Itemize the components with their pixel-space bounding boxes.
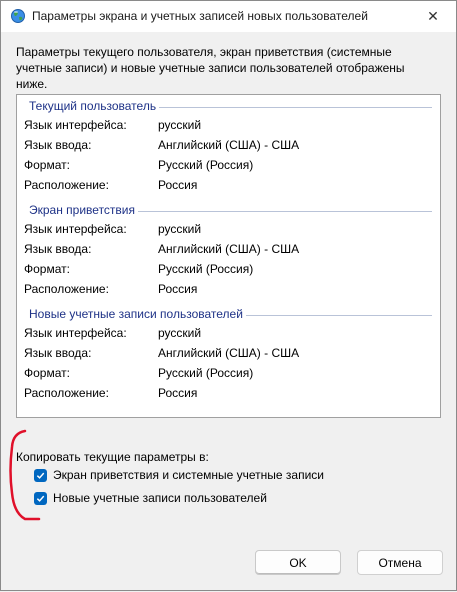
row-label: Язык ввода: [24, 346, 92, 360]
list-item: Язык ввода: Английский (США) - США [17, 135, 440, 155]
intro-text: Параметры текущего пользователя, экран п… [16, 45, 405, 91]
row-value: Россия [158, 386, 198, 400]
row-label: Расположение: [24, 386, 109, 400]
row-value: Русский (Россия) [158, 262, 254, 276]
list-item: Язык ввода: Английский (США) - США [17, 343, 440, 363]
checkbox-label[interactable]: Экран приветствия и системные учетные за… [53, 468, 324, 482]
list-item: Язык интерфейса: русский [17, 323, 440, 343]
checkmark-icon [36, 495, 45, 502]
list-item: Формат: Русский (Россия) [17, 155, 440, 175]
row-value: русский [158, 222, 202, 236]
row-value: Русский (Россия) [158, 366, 254, 380]
row-value: Английский (США) - США [158, 242, 300, 256]
section-welcome-screen: Экран приветствия Язык интерфейса: русски… [17, 201, 440, 299]
ok-button[interactable]: OK [255, 550, 341, 575]
row-label: Формат: [24, 158, 70, 172]
row-value: русский [158, 118, 202, 132]
checkbox[interactable] [34, 468, 47, 482]
list-item: Расположение: Россия [17, 175, 440, 195]
section-title: Экран приветствия [29, 203, 139, 217]
checkbox[interactable] [34, 491, 47, 505]
title-bar: Параметры экрана и учетных записей новых… [1, 1, 456, 32]
row-label: Язык интерфейса: [24, 326, 127, 340]
list-item: Формат: Русский (Россия) [17, 363, 440, 383]
section-current-user: Текущий пользователь Язык интерфейса: рус… [17, 97, 440, 195]
settings-panel: Текущий пользователь Язык интерфейса: рус… [16, 94, 441, 418]
row-value: Россия [158, 282, 198, 296]
list-item: Расположение: Россия [17, 383, 440, 403]
checkmark-icon [36, 472, 45, 479]
checkbox-welcome-screen[interactable]: Экран приветствия и системные учетные за… [34, 467, 324, 483]
list-item: Язык интерфейса: русский [17, 219, 440, 239]
section-new-users: Новые учетные записи пользователей Язык … [17, 305, 440, 403]
list-item: Формат: Русский (Россия) [17, 259, 440, 279]
list-item: Язык ввода: Английский (США) - США [17, 239, 440, 259]
row-label: Расположение: [24, 282, 109, 296]
copy-settings-label: Копировать текущие параметры в: [16, 450, 209, 464]
window-title: Параметры экрана и учетных записей новых… [32, 9, 368, 23]
dialog-window: Параметры экрана и учетных записей новых… [0, 0, 457, 591]
row-label: Язык интерфейса: [24, 118, 127, 132]
row-label: Формат: [24, 262, 70, 276]
row-value: Русский (Россия) [158, 158, 254, 172]
section-title: Текущий пользователь [29, 99, 160, 113]
row-label: Язык интерфейса: [24, 222, 127, 236]
row-label: Формат: [24, 366, 70, 380]
checkbox-label[interactable]: Новые учетные записи пользователей [53, 491, 267, 505]
globe-icon [10, 8, 26, 24]
list-item: Расположение: Россия [17, 279, 440, 299]
section-title: Новые учетные записи пользователей [29, 307, 246, 321]
checkbox-new-users[interactable]: Новые учетные записи пользователей [34, 490, 267, 506]
list-item: Язык интерфейса: русский [17, 115, 440, 135]
row-label: Язык ввода: [24, 242, 92, 256]
close-button[interactable]: ✕ [410, 1, 456, 32]
row-value: Россия [158, 178, 198, 192]
row-value: Английский (США) - США [158, 138, 300, 152]
cancel-button[interactable]: Отмена [357, 550, 443, 575]
close-icon: ✕ [427, 8, 439, 24]
row-value: Английский (США) - США [158, 346, 300, 360]
row-label: Расположение: [24, 178, 109, 192]
row-value: русский [158, 326, 202, 340]
row-label: Язык ввода: [24, 138, 92, 152]
